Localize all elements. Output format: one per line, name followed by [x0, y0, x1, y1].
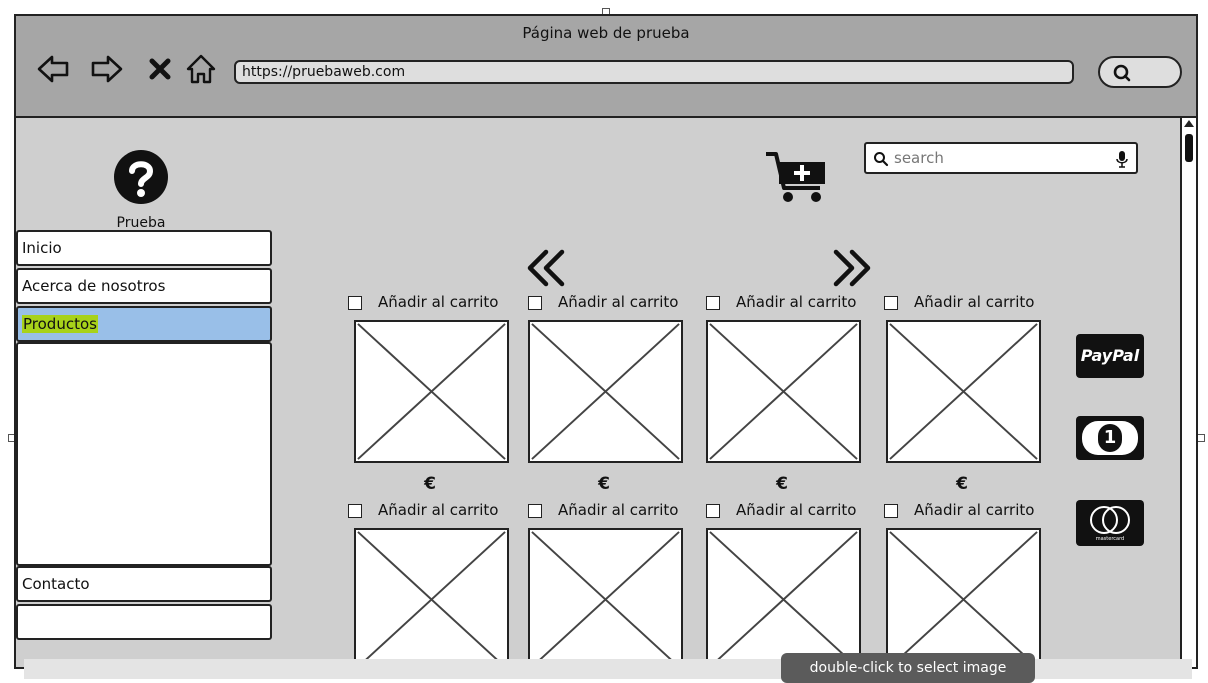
product-image-placeholder[interactable] — [528, 528, 683, 667]
paypal-icon: PayPal — [1076, 334, 1144, 378]
scrollbar-thumb[interactable] — [1185, 134, 1193, 162]
vertical-scrollbar[interactable] — [1180, 118, 1196, 667]
add-to-cart-label: Añadir al carrito — [736, 293, 857, 311]
cash-icon: 1 — [1076, 416, 1144, 460]
mastercard-icon: mastercard — [1076, 500, 1144, 546]
add-to-cart-label: Añadir al carrito — [736, 501, 857, 519]
add-to-cart-label: Añadir al carrito — [914, 293, 1035, 311]
sidebar-item-label: Contacto — [22, 575, 90, 593]
price-label: € — [956, 474, 968, 494]
product-image-placeholder[interactable] — [706, 320, 861, 463]
resize-handle-right[interactable] — [1197, 434, 1205, 442]
sidebar-item-label: Inicio — [22, 239, 62, 257]
search-field[interactable] — [864, 142, 1138, 174]
stop-icon[interactable] — [144, 52, 178, 86]
scroll-up-icon[interactable] — [1184, 120, 1194, 127]
price-label: € — [424, 474, 436, 494]
cash-text: 1 — [1098, 424, 1122, 452]
logo-label: Prueba — [116, 215, 166, 231]
microphone-icon[interactable] — [1116, 150, 1128, 168]
product-image-placeholder[interactable] — [528, 320, 683, 463]
add-to-cart-checkbox[interactable] — [348, 296, 362, 310]
sidebar-item-empty[interactable] — [16, 604, 272, 640]
browser-titlebar: Página web de prueba https://pruebaweb.c… — [16, 16, 1196, 118]
add-to-cart-checkbox[interactable] — [528, 296, 542, 310]
sidebar-item-contacto[interactable]: Contacto — [16, 566, 272, 602]
next-page-icon[interactable] — [830, 248, 874, 288]
add-to-cart-label: Añadir al carrito — [558, 501, 679, 519]
add-to-cart-label: Añadir al carrito — [378, 293, 499, 311]
forward-arrow-icon[interactable] — [90, 52, 124, 86]
product-image-placeholder[interactable] — [354, 320, 509, 463]
home-icon[interactable] — [184, 52, 218, 86]
price-label: € — [776, 474, 788, 494]
sidebar-item-label: Productos — [22, 315, 98, 333]
sidebar-item-acerca[interactable]: Acerca de nosotros — [16, 268, 272, 304]
add-to-cart-label: Añadir al carrito — [378, 501, 499, 519]
add-to-cart-checkbox[interactable] — [884, 504, 898, 518]
back-arrow-icon[interactable] — [36, 52, 70, 86]
magnifier-icon — [1113, 64, 1131, 82]
product-image-placeholder[interactable] — [886, 320, 1041, 463]
sidebar-empty-panel — [16, 342, 272, 566]
sidebar: Inicio Acerca de nosotros Productos Cont… — [16, 230, 274, 660]
sidebar-item-label: Acerca de nosotros — [22, 277, 166, 295]
add-to-cart-label: Añadir al carrito — [914, 501, 1035, 519]
search-input[interactable] — [894, 147, 1104, 169]
add-to-cart-checkbox[interactable] — [706, 296, 720, 310]
paypal-text: PayPal — [1080, 346, 1140, 365]
sidebar-item-productos[interactable]: Productos — [16, 306, 272, 342]
sidebar-item-inicio[interactable]: Inicio — [16, 230, 272, 266]
url-text: https://pruebaweb.com — [242, 64, 406, 80]
price-label: € — [598, 474, 610, 494]
window-title: Página web de prueba — [522, 24, 690, 42]
add-to-cart-label: Añadir al carrito — [558, 293, 679, 311]
prev-page-icon[interactable] — [524, 248, 568, 288]
product-image-placeholder[interactable] — [706, 528, 861, 667]
mastercard-text: mastercard — [1095, 536, 1125, 542]
url-bar[interactable]: https://pruebaweb.com — [234, 60, 1074, 84]
add-to-cart-checkbox[interactable] — [348, 504, 362, 518]
add-to-cart-icon[interactable] — [764, 148, 830, 204]
product-image-placeholder[interactable] — [354, 528, 509, 667]
add-to-cart-checkbox[interactable] — [884, 296, 898, 310]
add-to-cart-checkbox[interactable] — [528, 504, 542, 518]
product-image-placeholder[interactable] — [886, 528, 1041, 667]
question-icon — [114, 150, 168, 204]
add-to-cart-checkbox[interactable] — [706, 504, 720, 518]
search-icon — [874, 152, 889, 167]
browser-search-button[interactable] — [1098, 56, 1182, 88]
browser-mockup: Página web de prueba https://pruebaweb.c… — [14, 14, 1198, 669]
